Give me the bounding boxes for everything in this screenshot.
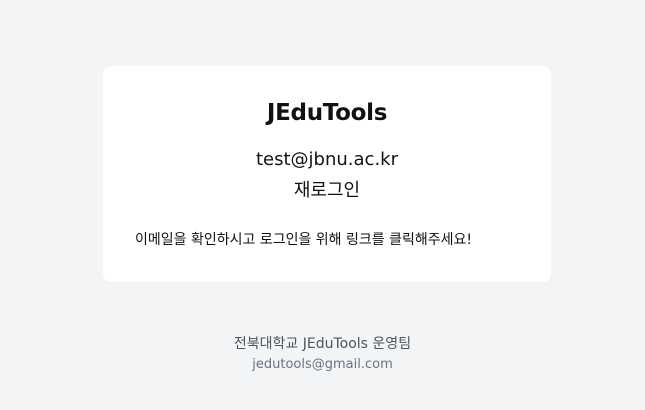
footer-contact-email: jedutools@gmail.com	[252, 357, 393, 372]
footer-team: 전북대학교 JEduTools 운영팀	[233, 336, 412, 352]
instruction-message: 이메일을 확인하시고 로그인을 위해 링크를 클릭해주세요!	[135, 232, 472, 248]
relogin-link[interactable]: 재로그인	[103, 176, 551, 202]
page: JEduTools test@jbnu.ac.kr 재로그인 이메일을 확인하시…	[0, 0, 645, 410]
login-card: JEduTools test@jbnu.ac.kr 재로그인 이메일을 확인하시…	[103, 66, 551, 282]
brand-title: JEduTools	[266, 100, 388, 126]
user-email: test@jbnu.ac.kr	[255, 149, 398, 170]
